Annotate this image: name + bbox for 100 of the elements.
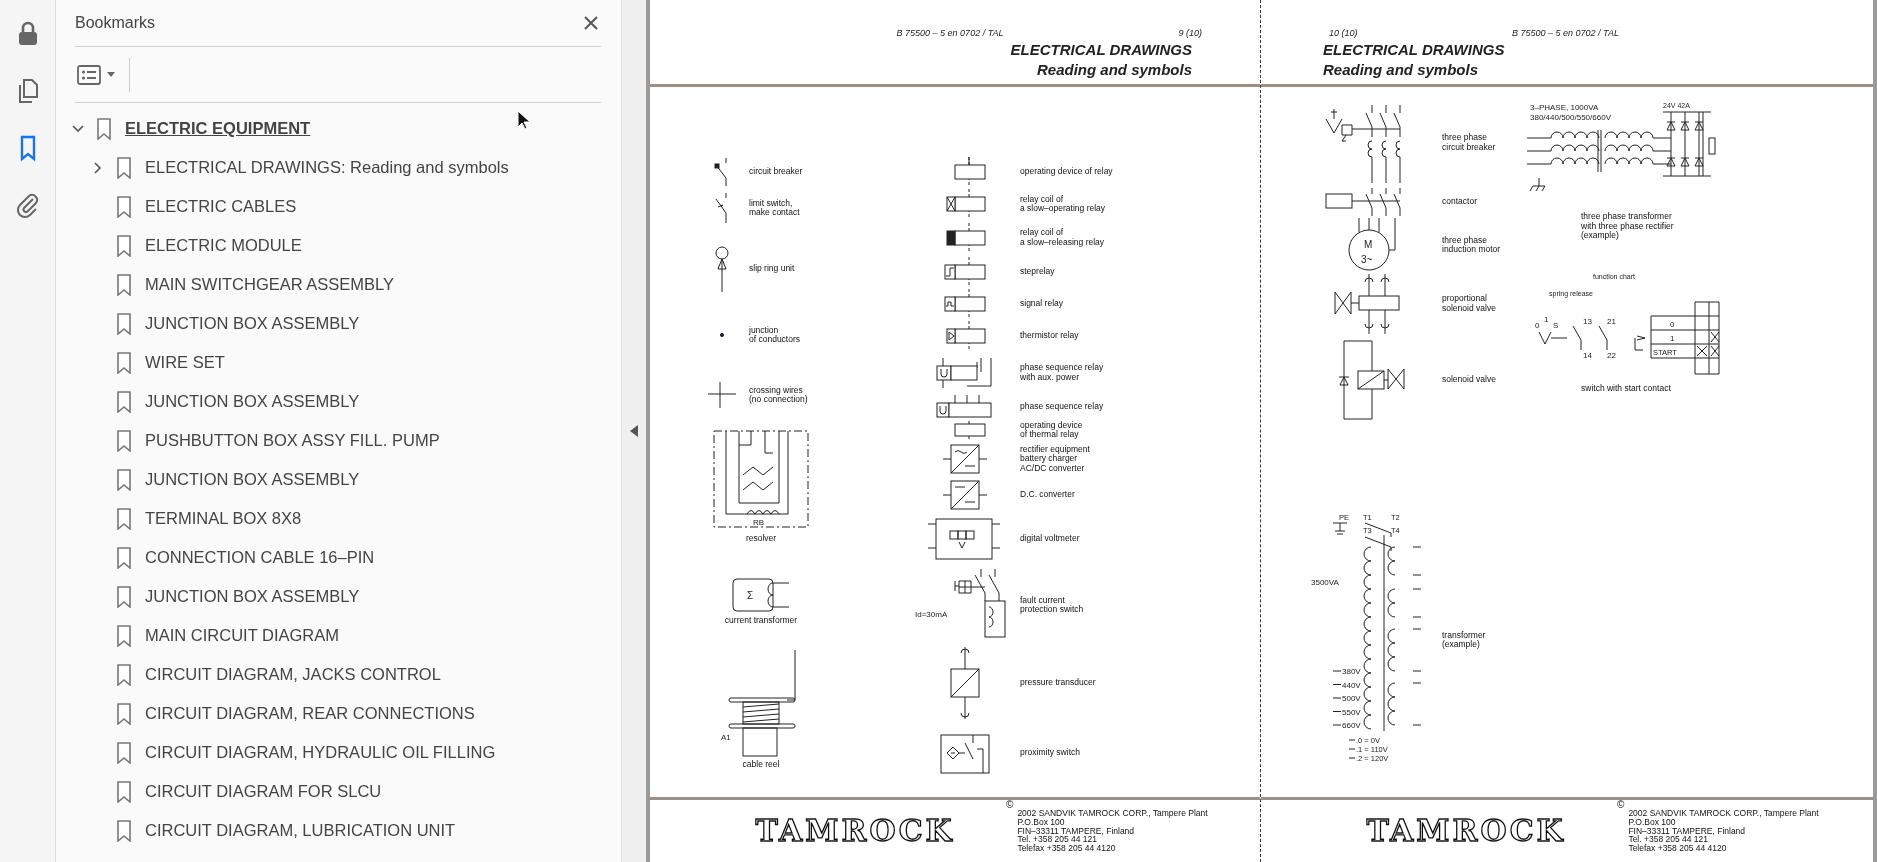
bookmark-icon <box>117 234 131 257</box>
step-relay-symbol <box>943 256 987 287</box>
symbol-label: transformer (example) <box>1442 630 1486 650</box>
signal-relay-symbol <box>943 289 987 319</box>
symbol-label: crossing wires (no connection) <box>749 385 808 405</box>
symbol-label: signal relay <box>1020 299 1063 309</box>
caret-icon <box>107 72 115 77</box>
bookmark-item[interactable]: MAIN SWITCHGEAR ASSEMBLY <box>145 275 395 294</box>
bookmark-icon <box>117 780 131 803</box>
symbol-label: current transformer <box>724 616 798 626</box>
bookmark-item[interactable]: JUNCTION BOX ASSEMBLY <box>145 392 360 411</box>
symbol-label: phase sequence relay with aux. power <box>1020 363 1104 382</box>
bookmark-icon <box>117 312 131 335</box>
drawing-label: 500V <box>1342 694 1361 703</box>
fault-current-switch-symbol <box>954 568 1006 638</box>
induction-motor-symbol <box>1348 217 1396 271</box>
bookmark-item[interactable]: ELECTRIC EQUIPMENT <box>125 119 311 138</box>
drawing-label: Id=30mA <box>915 610 948 619</box>
bookmark-item[interactable]: JUNCTION BOX ASSEMBLY <box>145 470 360 489</box>
symbol-label: operating device of relay <box>1020 166 1113 177</box>
symbol-label: proximity switch <box>1020 747 1080 758</box>
symbol-label: D.C. converter <box>1020 490 1075 500</box>
symbol-label: steprelay <box>1020 266 1055 277</box>
drawing-label: 3~ <box>1361 254 1373 265</box>
drawing-label: 14 <box>1583 351 1592 360</box>
bookmark-item[interactable]: JUNCTION BOX ASSEMBLY <box>145 314 360 333</box>
document-number: B 75500 – 5 en 0702 / TAL <box>1512 28 1619 40</box>
drawing-label: RB <box>753 518 765 527</box>
symbol-label: three phase induction motor <box>1442 235 1501 255</box>
bookmark-icon <box>117 585 131 608</box>
page-title: ELECTRICAL DRAWINGS <box>1323 40 1505 60</box>
drawing-label: 660V <box>1342 721 1361 730</box>
drawing-label: A1 <box>721 733 731 742</box>
close-icon <box>583 15 599 31</box>
symbol-label: contactor <box>1442 196 1477 207</box>
symbol-label: proportional solenoid valve <box>1442 294 1496 313</box>
thermistor-relay-symbol <box>943 321 987 351</box>
symbol-label: thermistor relay <box>1020 331 1079 341</box>
drawing-label: 13 <box>1583 317 1592 326</box>
crossing-wires-symbol <box>708 382 736 408</box>
bookmark-item[interactable]: ELECTRIC CABLES <box>145 197 297 216</box>
company-logo: TAMROCK <box>1366 814 1566 848</box>
bookmark-item[interactable]: CIRCUIT DIAGRAM FOR SLCU <box>145 782 382 801</box>
bookmark-icon <box>117 624 131 647</box>
page-number: 10 (10) <box>1329 28 1359 40</box>
bookmark-icon <box>117 741 131 764</box>
symbol-label: circuit breaker <box>749 166 803 177</box>
bookmark-item[interactable]: ELECTRICAL DRAWINGS: Reading and symbols <box>145 158 509 177</box>
bookmark-item[interactable]: JUNCTION BOX ASSEMBLY <box>145 587 360 606</box>
bookmark-icon <box>117 546 131 569</box>
symbol-label: junction of conductors <box>749 325 801 345</box>
bookmark-icon <box>117 702 131 725</box>
symbol-label: limit switch, make contact <box>749 198 800 218</box>
copyright-symbol: © <box>1006 800 1014 810</box>
symbol-label: phase sequence relay <box>1020 401 1104 412</box>
symbol-label: relay coil of a slow–releasing relay <box>1020 228 1105 247</box>
page-number: 9 (10) <box>1178 28 1202 40</box>
symbol-label: resolver <box>745 534 777 544</box>
company-logo: TAMROCK <box>755 814 955 848</box>
bookmark-item[interactable]: TERMINAL BOX 8X8 <box>145 509 302 528</box>
cursor-icon <box>517 110 531 130</box>
symbol-label: three phase transformer with three phase rectifier (example) <box>1580 212 1674 241</box>
page-title: ELECTRICAL DRAWINGS <box>1010 40 1192 60</box>
bookmark-item[interactable]: MAIN CIRCUIT DIAGRAM <box>145 626 340 645</box>
bookmark-item[interactable]: CIRCUIT DIAGRAM, HYDRAULIC OIL FILLING <box>145 743 496 762</box>
drawing-label: 3500VA <box>1311 578 1339 587</box>
bookmark-item[interactable]: CIRCUIT DIAGRAM, REAR CONNECTIONS <box>145 704 475 723</box>
phase-sequence-symbol <box>937 394 993 419</box>
collapse-panel-icon[interactable] <box>630 425 638 437</box>
drawing-label: 550V <box>1342 707 1361 717</box>
circuit-breaker-symbol <box>715 157 729 186</box>
drawing-label: M <box>1364 239 1373 250</box>
drawing-label: S <box>1553 321 1559 330</box>
drawing-label: 21 <box>1607 317 1616 326</box>
drawing-label: 380/440/500/550/660V <box>1530 113 1611 122</box>
bookmark-icon <box>117 156 131 179</box>
bookmark-icon <box>117 819 131 842</box>
slow-releasing-relay-symbol <box>943 222 987 253</box>
drawing-label: 380V <box>1342 667 1361 676</box>
page-subtitle: Reading and symbols <box>1036 60 1192 80</box>
bookmark-icon <box>117 507 131 530</box>
symbol-label: relay coil of a slow–operating relay <box>1020 194 1106 214</box>
bookmark-item[interactable]: WIRE SET <box>145 353 225 372</box>
bookmark-item[interactable]: ELECTRIC MODULE <box>145 236 302 255</box>
limit-switch-symbol <box>715 193 729 223</box>
copyright-address: 2002 SANDVIK TAMROCK CORP., Tampere Plant P.O.Box 100 FIN–33311 TAMPERE, Finland Tel. +358 205 44 121 Telefax +358 205 44 4120 <box>1628 809 1819 853</box>
slow-operating-relay-symbol <box>943 189 987 219</box>
symbol-label: switch with start contact <box>1580 384 1671 394</box>
drawing-label: 3–PHASE, 1000VA <box>1530 103 1599 112</box>
bookmark-item[interactable]: CIRCUIT DIAGRAM, LUBRICATION UNIT <box>145 821 456 840</box>
drawing-label: Σ <box>747 590 754 601</box>
drawing-label: 1 <box>1670 334 1675 343</box>
bookmark-item[interactable]: PUSHBUTTON BOX ASSY FILL. PUMP <box>145 431 440 450</box>
bookmark-item[interactable]: CIRCUIT DIAGRAM, JACKS CONTROL <box>145 665 441 684</box>
copyright-symbol: © <box>1617 800 1625 810</box>
bookmark-icon <box>97 117 111 140</box>
bookmark-icon <box>117 468 131 491</box>
bookmark-item[interactable]: CONNECTION CABLE 16–PIN <box>145 548 375 567</box>
drawing-label: 440V <box>1342 680 1361 690</box>
bookmark-icon <box>117 195 131 218</box>
